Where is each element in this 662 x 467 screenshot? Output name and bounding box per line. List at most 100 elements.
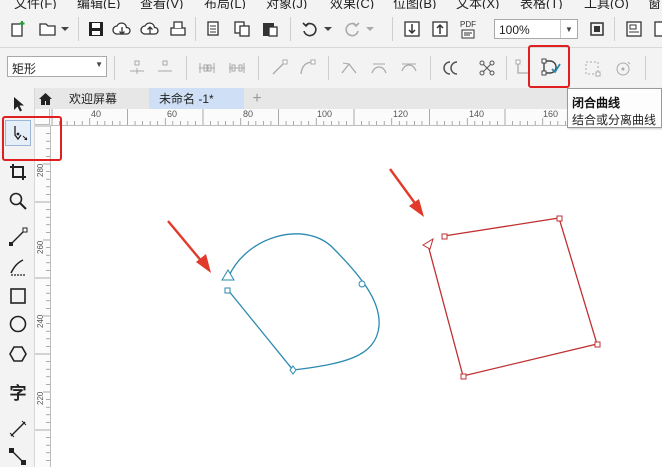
close-curve-tooltip: 闭合曲线 结合或分离曲线 xyxy=(567,88,662,128)
open-dropdown-icon[interactable] xyxy=(58,17,72,41)
polygon-node[interactable] xyxy=(556,215,563,222)
toolbar-separator xyxy=(290,17,291,41)
ruler-label: 160 xyxy=(543,109,559,119)
chevron-down-icon[interactable]: ▼ xyxy=(560,20,577,38)
join-nodes-icon[interactable] xyxy=(194,55,220,81)
break-curve-icon[interactable] xyxy=(224,55,250,81)
pick-tool-icon[interactable] xyxy=(5,91,31,117)
plus-icon: + xyxy=(252,89,262,107)
tab-untitled-document[interactable]: 未命名 -1* xyxy=(149,88,244,109)
cloud-download-icon[interactable] xyxy=(110,17,134,41)
standard-toolbar: PDF 100% ▼ xyxy=(0,9,662,48)
toolbar-separator xyxy=(114,56,115,80)
paste-icon[interactable] xyxy=(258,17,282,41)
zoom-level-combo[interactable]: 100% ▼ xyxy=(494,19,578,39)
curve-node[interactable] xyxy=(358,280,366,288)
menu-table[interactable]: 表格(T) xyxy=(520,0,563,9)
redo-icon[interactable] xyxy=(340,17,364,41)
curve-start-node[interactable] xyxy=(221,269,235,281)
chevron-down-icon[interactable]: ▼ xyxy=(95,60,103,69)
open-polygon-object[interactable] xyxy=(422,215,601,380)
open-folder-icon[interactable] xyxy=(36,17,60,41)
annotation-arrow xyxy=(389,168,424,217)
open-curve-object[interactable] xyxy=(221,233,380,375)
freehand-tool-icon[interactable] xyxy=(5,224,31,250)
full-screen-icon[interactable] xyxy=(585,17,609,41)
cloud-upload-icon[interactable] xyxy=(138,17,162,41)
shape-type-select[interactable]: 矩形 ▼ xyxy=(7,56,107,77)
home-icon[interactable] xyxy=(35,88,55,109)
coreldraw-window: 文件(F) 编辑(E) 查看(V) 布局(L) 对象(J) 效果(C) 位图(B… xyxy=(0,0,662,467)
tab-welcome-screen[interactable]: 欢迎屏幕 xyxy=(57,88,145,109)
undo-icon[interactable] xyxy=(298,17,322,41)
export-icon[interactable] xyxy=(428,17,452,41)
rotate-skew-nodes-icon[interactable] xyxy=(610,55,636,81)
polygon-node[interactable] xyxy=(460,373,467,380)
new-document-button[interactable] xyxy=(6,17,30,41)
cut-icon[interactable] xyxy=(202,17,226,41)
text-tool-glyph: 字 xyxy=(9,383,27,403)
redo-dropdown-icon[interactable] xyxy=(364,17,376,41)
menu-object[interactable]: 对象(J) xyxy=(266,0,307,9)
toolbar-separator xyxy=(430,56,431,80)
menu-window[interactable]: 窗 xyxy=(648,0,661,9)
stretch-scale-nodes-icon[interactable] xyxy=(580,55,606,81)
toolbar-separator xyxy=(258,56,259,80)
dimension-tool-icon[interactable] xyxy=(5,416,31,442)
undo-dropdown-icon[interactable] xyxy=(322,17,334,41)
text-tool-icon[interactable]: 字 xyxy=(5,378,31,404)
crop-tool-icon[interactable] xyxy=(5,159,31,185)
ruler-label: 280 xyxy=(36,163,45,177)
menu-effects[interactable]: 效果(C) xyxy=(330,0,374,9)
polygon-node[interactable] xyxy=(441,233,448,240)
symmetrical-node-icon[interactable] xyxy=(396,55,422,81)
copy-icon[interactable] xyxy=(230,17,254,41)
toolbar-separator xyxy=(328,56,329,80)
smooth-node-icon[interactable] xyxy=(366,55,392,81)
curve-node[interactable] xyxy=(224,287,231,294)
cusp-node-icon[interactable] xyxy=(336,55,362,81)
menu-bar: 文件(F) 编辑(E) 查看(V) 布局(L) 对象(J) 效果(C) 位图(B… xyxy=(0,0,662,9)
rectangle-tool-icon[interactable] xyxy=(5,283,31,309)
drawing-canvas[interactable] xyxy=(51,126,662,467)
print-icon[interactable] xyxy=(166,17,190,41)
tab-untitled-label: 未命名 -1* xyxy=(159,92,214,106)
polygon-start-node[interactable] xyxy=(422,237,434,250)
ruler-label: 60 xyxy=(167,109,178,119)
to-curve-icon[interactable] xyxy=(294,55,320,81)
artistic-media-tool-icon[interactable] xyxy=(5,254,31,280)
polygon-tool-icon[interactable] xyxy=(5,341,31,367)
save-button[interactable] xyxy=(84,17,108,41)
menu-tools[interactable]: 工具(O) xyxy=(584,0,629,9)
app-launcher-icon[interactable] xyxy=(648,17,662,41)
vertical-ruler[interactable]: 280 260 240 220 xyxy=(35,125,51,467)
reverse-direction-icon[interactable] xyxy=(438,55,464,81)
menu-view[interactable]: 查看(V) xyxy=(140,0,183,9)
menu-file[interactable]: 文件(F) xyxy=(14,0,57,9)
publish-pdf-icon[interactable]: PDF xyxy=(456,17,480,41)
import-icon[interactable] xyxy=(400,17,424,41)
ruler-label: 120 xyxy=(393,109,409,119)
shape-tool-highlight xyxy=(2,116,62,161)
tooltip-title: 闭合曲线 xyxy=(572,96,621,110)
toolbar-separator xyxy=(614,17,615,41)
extend-curve-icon[interactable] xyxy=(474,55,500,81)
add-node-icon[interactable] xyxy=(124,55,150,81)
shape-type-value: 矩形 xyxy=(12,62,37,76)
menu-edit[interactable]: 编辑(E) xyxy=(77,0,120,9)
delete-node-icon[interactable] xyxy=(152,55,178,81)
ruler-label: 240 xyxy=(36,314,45,328)
menu-layout[interactable]: 布局(L) xyxy=(204,0,246,9)
zoom-tool-icon[interactable] xyxy=(5,188,31,214)
toolbar-separator xyxy=(78,17,79,41)
ruler-label: 220 xyxy=(36,391,45,405)
menu-bitmaps[interactable]: 位图(B) xyxy=(393,0,436,9)
polygon-node[interactable] xyxy=(594,341,601,348)
annotation-arrow xyxy=(167,220,211,273)
menu-text[interactable]: 文本(X) xyxy=(456,0,499,9)
ellipse-tool-icon[interactable] xyxy=(5,311,31,337)
add-tab-button[interactable]: + xyxy=(247,88,267,109)
connector-tool-icon[interactable] xyxy=(5,444,31,467)
to-line-icon[interactable] xyxy=(266,55,292,81)
options-icon[interactable] xyxy=(622,17,646,41)
